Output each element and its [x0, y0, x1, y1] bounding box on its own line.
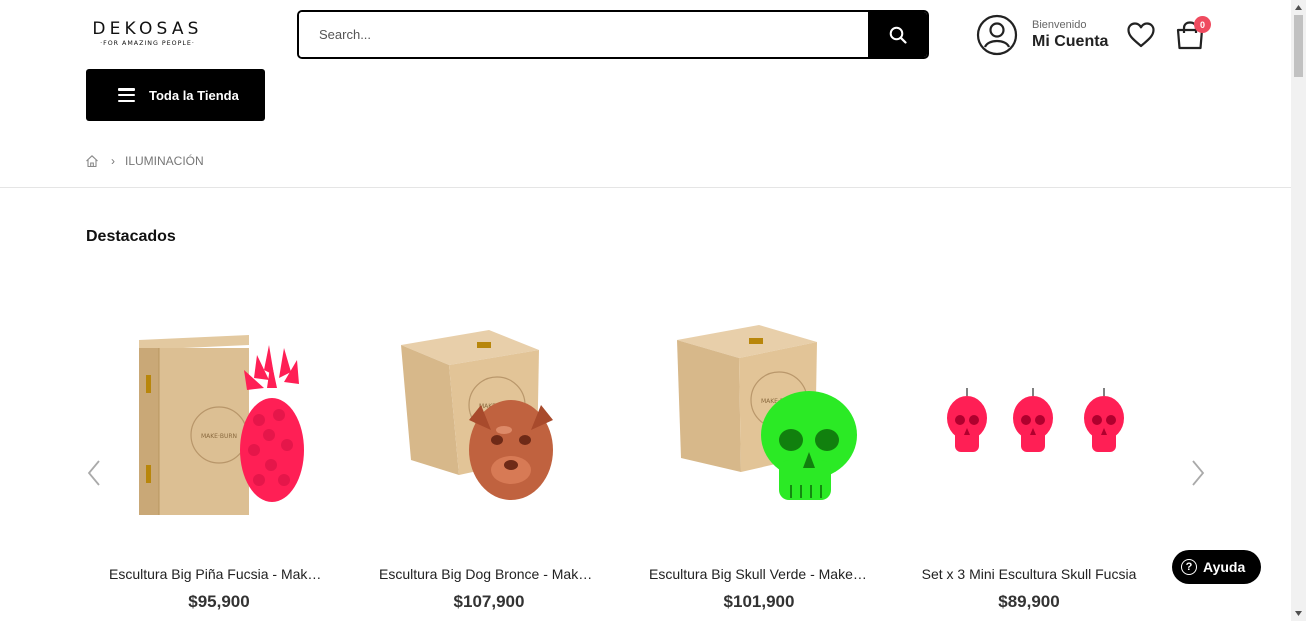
help-button[interactable]: ? Ayuda — [1172, 550, 1261, 584]
cart-count-badge: 0 — [1194, 16, 1211, 33]
heart-icon[interactable] — [1126, 21, 1156, 49]
chevron-right-icon: › — [111, 154, 115, 168]
logo-tagline: ·FOR AMAZING PEOPLE· — [100, 40, 195, 47]
product-card[interactable]: MAKE·BURN Escultura Big Dog Bronce - Mak… — [359, 290, 619, 620]
svg-text:MAKE·BURN: MAKE·BURN — [201, 433, 237, 440]
product-name[interactable]: Escultura Big Skull Verde - Make Burn — [629, 566, 889, 582]
scroll-down-arrow-icon[interactable] — [1291, 606, 1306, 621]
product-card[interactable]: Set x 3 Mini Escultura Skull Fucsia $89,… — [899, 290, 1159, 620]
search-icon — [889, 26, 907, 44]
scroll-up-arrow-icon[interactable] — [1291, 0, 1306, 15]
account-name: Mi Cuenta — [1032, 33, 1109, 50]
product-image[interactable] — [909, 300, 1149, 540]
all-categories-label: Toda la Tienda — [149, 87, 239, 103]
product-image[interactable]: MAKE·BURN — [369, 300, 609, 540]
breadcrumb: › ILUMINACIÓN — [85, 154, 204, 168]
home-icon[interactable] — [85, 154, 99, 168]
product-price: $101,900 — [723, 592, 795, 611]
product-name[interactable]: Set x 3 Mini Escultura Skull Fucsia — [899, 566, 1159, 582]
product-price: $95,900 — [188, 592, 250, 611]
carousel-next-icon[interactable] — [1190, 459, 1206, 487]
product-card[interactable]: MAKE·BURN Escultura Big Skull Verde - Ma… — [629, 290, 889, 620]
account-link[interactable]: Bienvenido Mi Cuenta — [976, 14, 1108, 56]
help-label: Ayuda — [1203, 559, 1246, 575]
site-logo[interactable]: DEKOSAS ·FOR AMAZING PEOPLE· — [90, 20, 205, 48]
search-bar — [297, 10, 929, 59]
product-card[interactable]: MAKE·BURN Escultura Big Piña Fucsia - Ma… — [89, 290, 349, 620]
logo-wordmark: DEKOSAS — [92, 19, 203, 39]
product-image[interactable]: MAKE·BURN — [639, 300, 879, 540]
search-button[interactable] — [868, 12, 927, 57]
all-categories-button[interactable]: Toda la Tienda — [86, 69, 265, 121]
product-price: $107,900 — [453, 592, 525, 611]
divider — [0, 187, 1291, 188]
page: DEKOSAS ·FOR AMAZING PEOPLE· Bienvenido … — [0, 0, 1291, 621]
question-icon: ? — [1181, 559, 1197, 575]
product-name[interactable]: Escultura Big Dog Bronce - Make Burn — [359, 566, 619, 582]
search-input[interactable] — [299, 12, 868, 57]
user-icon — [976, 14, 1018, 56]
menu-icon — [118, 88, 135, 102]
product-name[interactable]: Escultura Big Piña Fucsia - Make Burn — [89, 566, 349, 582]
product-price: $89,900 — [998, 592, 1060, 611]
product-image[interactable]: MAKE·BURN — [99, 300, 339, 540]
scrollbar-thumb[interactable] — [1294, 15, 1303, 77]
breadcrumb-current: ILUMINACIÓN — [125, 154, 204, 168]
section-title: Destacados — [86, 228, 176, 245]
page-scrollbar[interactable] — [1291, 0, 1306, 621]
account-greeting: Bienvenido — [1032, 19, 1087, 31]
